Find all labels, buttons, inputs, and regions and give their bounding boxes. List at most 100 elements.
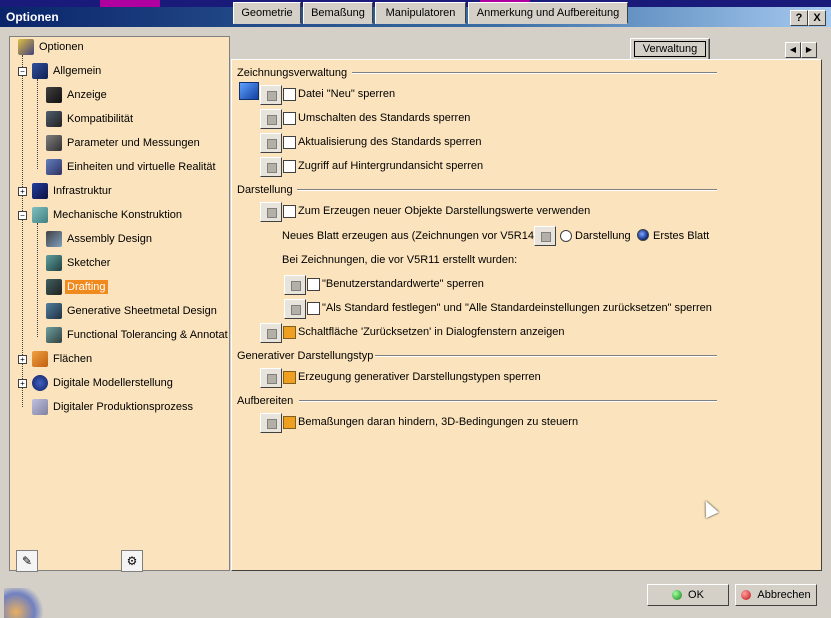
lock-button[interactable] bbox=[260, 413, 282, 433]
label-als-standard: "Als Standard festlegen" und "Alle Stand… bbox=[322, 302, 712, 314]
checkbox-generative-typen[interactable] bbox=[283, 371, 296, 384]
expander-allgemein[interactable]: − bbox=[18, 67, 27, 76]
options-root-icon bbox=[18, 39, 34, 56]
radio-darstellung[interactable] bbox=[560, 230, 572, 242]
label-generative-typen: Erzeugung generativer Darstellungstypen … bbox=[298, 371, 541, 383]
tree-item-parameter[interactable]: Parameter und Messungen bbox=[46, 133, 202, 153]
general-icon bbox=[32, 63, 48, 80]
options-tree: − + − + + Optionen Allgemein Anzeige Kom… bbox=[9, 36, 230, 571]
expander-infrastruktur[interactable]: + bbox=[18, 187, 27, 196]
lock-button[interactable] bbox=[260, 202, 282, 222]
infrastructure-icon bbox=[32, 183, 48, 200]
production-process-icon bbox=[32, 399, 48, 416]
lock-button[interactable] bbox=[260, 133, 282, 153]
mechanical-design-icon bbox=[32, 207, 48, 224]
checkbox-umschalten-standard[interactable] bbox=[283, 112, 296, 125]
tree-item-mechanische-konstruktion[interactable]: Mechanische Konstruktion bbox=[32, 205, 184, 225]
windows-icon bbox=[239, 82, 259, 100]
group-title-generativer: Generativer Darstellungstyp bbox=[237, 350, 374, 362]
tree-item-drafting[interactable]: Drafting bbox=[46, 277, 108, 297]
tab-scroll-right[interactable]: ▶ bbox=[801, 42, 817, 58]
close-button[interactable]: X bbox=[808, 10, 826, 26]
tolerancing-icon bbox=[46, 327, 62, 344]
label-umschalten-standard: Umschalten des Standards sperren bbox=[298, 112, 471, 124]
window-title: Optionen bbox=[6, 10, 59, 24]
lock-button[interactable] bbox=[284, 275, 306, 295]
lock-button[interactable] bbox=[260, 85, 282, 105]
checkbox-datei-neu[interactable] bbox=[283, 88, 296, 101]
checkbox-aktualisierung-standard[interactable] bbox=[283, 136, 296, 149]
expander-mechanische-konstruktion[interactable]: − bbox=[18, 211, 27, 220]
lock-button[interactable] bbox=[284, 299, 306, 319]
tree-item-sheetmetal[interactable]: Generative Sheetmetal Design bbox=[46, 301, 219, 321]
group-title-darstellung: Darstellung bbox=[237, 184, 293, 196]
lock-button[interactable] bbox=[260, 157, 282, 177]
tree-item-tolerancing[interactable]: Functional Tolerancing & Annotat bbox=[46, 325, 230, 345]
help-button[interactable]: ? bbox=[790, 10, 808, 26]
radio-erstes-blatt[interactable] bbox=[637, 229, 649, 241]
tree-item-digitale-modellerstellung[interactable]: Digitale Modellerstellung bbox=[32, 373, 175, 393]
lock-button[interactable] bbox=[534, 226, 556, 246]
tree-item-digitaler-produktionsprozess[interactable]: Digitaler Produktionsprozess bbox=[32, 397, 195, 417]
tree-item-assembly-design[interactable]: Assembly Design bbox=[46, 229, 154, 249]
tab-manipulatoren[interactable]: Manipulatoren bbox=[375, 2, 466, 24]
group-separator bbox=[352, 72, 717, 74]
compatibility-icon bbox=[46, 111, 62, 128]
group-separator bbox=[375, 355, 717, 357]
ok-icon bbox=[672, 590, 683, 601]
checkbox-darstellungswerte[interactable] bbox=[283, 205, 296, 218]
expander-digitale-modellerstellung[interactable]: + bbox=[18, 379, 27, 388]
tree-item-flaechen[interactable]: Flächen bbox=[32, 349, 94, 369]
label-hintergrundansicht: Zugriff auf Hintergrundansicht sperren bbox=[298, 160, 484, 172]
tree-item-kompatibilitaet[interactable]: Kompatibilität bbox=[46, 109, 135, 129]
checkbox-benutzerstandardwerte[interactable] bbox=[307, 278, 320, 291]
units-icon bbox=[46, 159, 62, 176]
digital-mockup-icon bbox=[32, 375, 48, 392]
tree-line bbox=[37, 79, 38, 169]
tree-item-optionen[interactable]: Optionen bbox=[18, 37, 86, 57]
verwaltung-panel: Zeichnungsverwaltung Datei "Neu" sperren… bbox=[231, 59, 822, 571]
label-datei-neu: Datei "Neu" sperren bbox=[298, 88, 396, 100]
tree-line bbox=[37, 223, 38, 337]
sheetmetal-icon bbox=[46, 303, 62, 320]
tab-anmerkung[interactable]: Anmerkung und Aufbereitung bbox=[468, 2, 628, 24]
lock-button[interactable] bbox=[260, 109, 282, 129]
label-vor-v5r11: Bei Zeichnungen, die vor V5R11 erstellt … bbox=[282, 254, 518, 266]
tree-item-anzeige[interactable]: Anzeige bbox=[46, 85, 109, 105]
label-radio-darstellung: Darstellung bbox=[575, 230, 631, 242]
cancel-button[interactable]: Abbrechen bbox=[735, 584, 817, 606]
tree-item-sketcher[interactable]: Sketcher bbox=[46, 253, 112, 273]
expander-flaechen[interactable]: + bbox=[18, 355, 27, 364]
label-radio-erstes-blatt: Erstes Blatt bbox=[653, 230, 710, 242]
sketcher-icon bbox=[46, 255, 62, 272]
lock-button[interactable] bbox=[260, 368, 282, 388]
cancel-icon bbox=[741, 590, 752, 601]
export-options-icon[interactable]: ✎ bbox=[16, 550, 38, 572]
assembly-icon bbox=[46, 231, 62, 248]
group-separator bbox=[297, 189, 717, 191]
label-3d-bedingungen: Bemaßungen daran hindern, 3D-Bedingungen… bbox=[298, 416, 579, 428]
label-darstellungswerte: Zum Erzeugen neuer Objekte Darstellungsw… bbox=[298, 205, 591, 217]
options-report-icon[interactable]: ⚙ bbox=[121, 550, 143, 572]
label-zuruecksetzen: Schaltfläche 'Zurücksetzen' in Dialogfen… bbox=[298, 326, 565, 338]
tab-geometrie[interactable]: Geometrie bbox=[233, 2, 301, 24]
parameters-icon bbox=[46, 135, 62, 152]
tab-scroll-left[interactable]: ◀ bbox=[785, 42, 801, 58]
tree-item-infrastruktur[interactable]: Infrastruktur bbox=[32, 181, 114, 201]
shape-icon bbox=[32, 351, 48, 368]
ok-button[interactable]: OK bbox=[647, 584, 729, 606]
group-separator bbox=[299, 400, 717, 402]
checkbox-3d-bedingungen[interactable] bbox=[283, 416, 296, 429]
lock-button[interactable] bbox=[260, 323, 282, 343]
checkbox-zuruecksetzen[interactable] bbox=[283, 326, 296, 339]
checkbox-hintergrundansicht[interactable] bbox=[283, 160, 296, 173]
tree-item-allgemein[interactable]: Allgemein bbox=[32, 61, 103, 81]
tree-item-einheiten[interactable]: Einheiten und virtuelle Realität bbox=[46, 157, 218, 177]
drafting-icon bbox=[46, 279, 62, 296]
display-icon bbox=[46, 87, 62, 104]
tab-bemassung[interactable]: Bemaßung bbox=[303, 2, 373, 24]
label-benutzerstandardwerte: "Benutzerstandardwerte" sperren bbox=[322, 278, 484, 290]
checkbox-als-standard[interactable] bbox=[307, 302, 320, 315]
label-aktualisierung-standard: Aktualisierung des Standards sperren bbox=[298, 136, 482, 148]
label-neues-blatt: Neues Blatt erzeugen aus (Zeichnungen vo… bbox=[282, 230, 541, 242]
